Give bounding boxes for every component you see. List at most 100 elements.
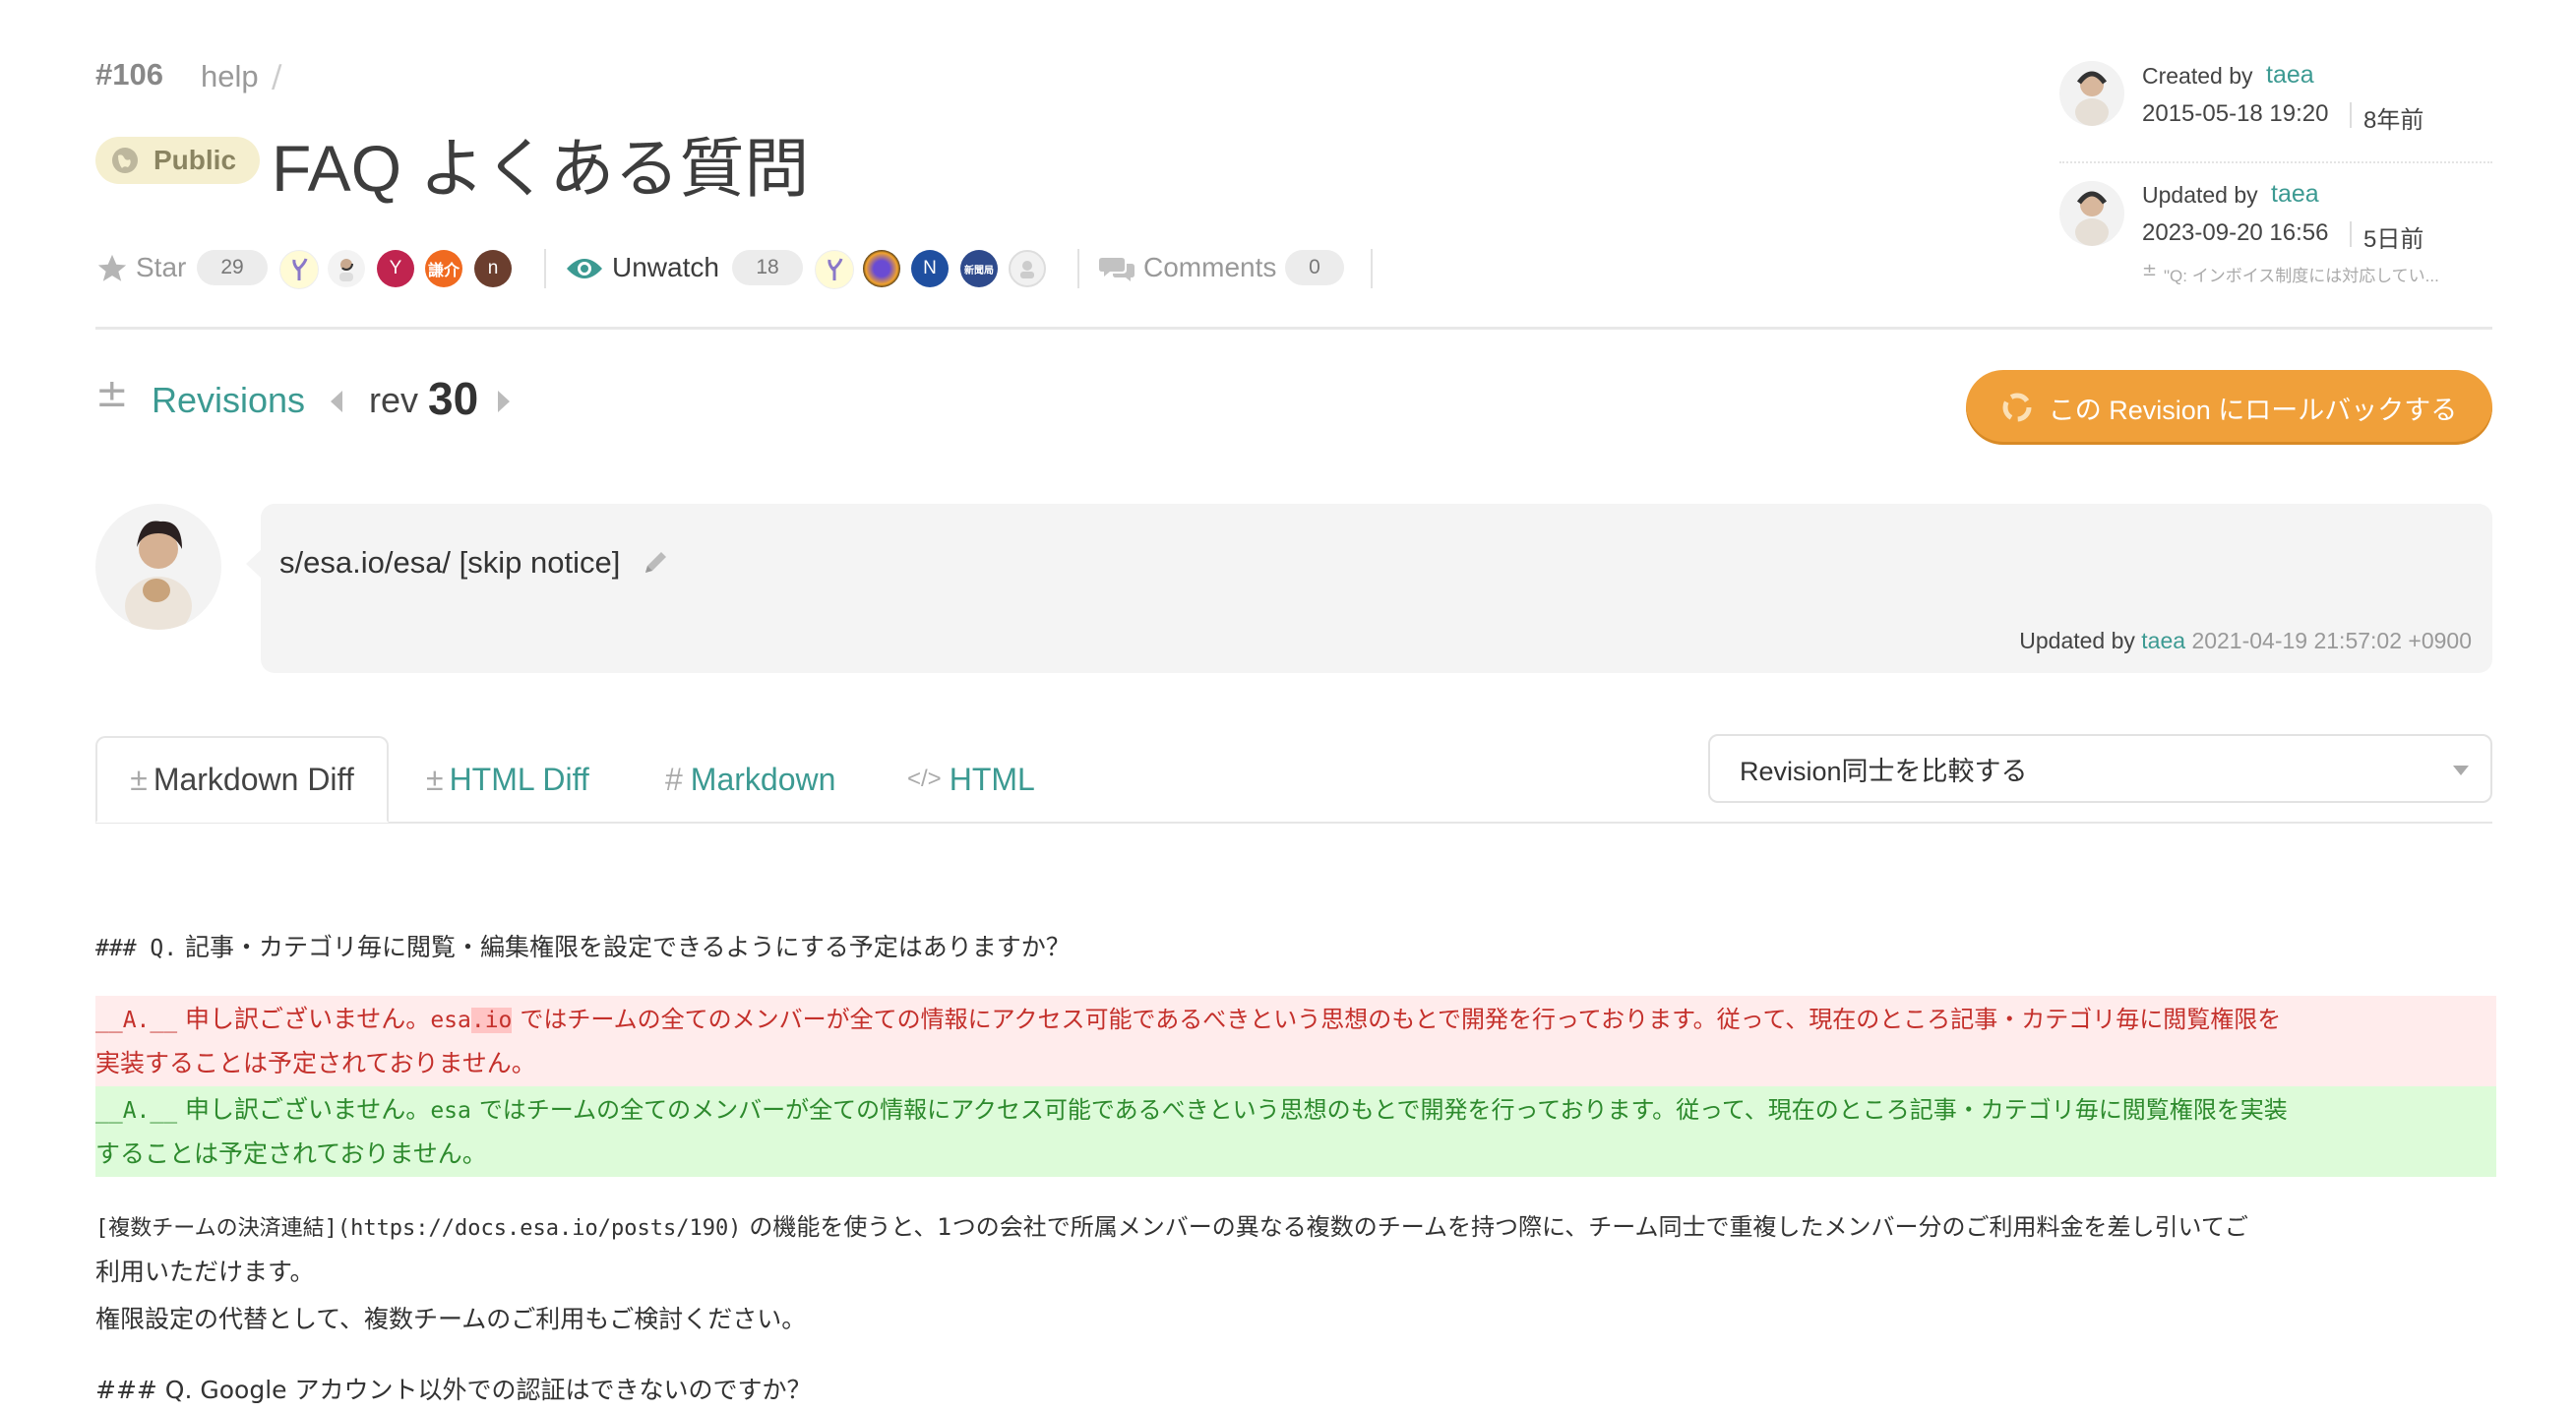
page-title: FAQ よくある質問 — [272, 132, 810, 205]
tab-label: HTML — [949, 761, 1035, 797]
recycle-icon — [2002, 393, 2032, 422]
created-by-label: Created by — [2142, 63, 2253, 89]
default-avatar-icon — [1020, 261, 1034, 278]
tab-label: Markdown — [690, 761, 836, 797]
removed-text-b: ではチームの全てのメンバーが全ての情報にアクセス可能であるべきという思想のもとで… — [520, 1006, 2282, 1033]
prev-revision-icon[interactable] — [331, 391, 342, 412]
added-prefix: __A.__ — [95, 1098, 178, 1124]
unwatch-button[interactable]: Unwatch — [612, 252, 719, 283]
divider — [2350, 221, 2352, 247]
eye-icon[interactable] — [565, 255, 604, 282]
removed-line-1: __A.__ 申し訳ございません。esa.io ではチームの全てのメンバーが全て… — [95, 997, 2496, 1043]
avatar[interactable] — [328, 250, 365, 287]
avatar-person-icon — [339, 257, 353, 281]
comments-button[interactable]: Comments — [1143, 252, 1276, 283]
updated-date: 2023-09-20 16:56 — [2142, 219, 2329, 246]
diff-icon: ± — [130, 761, 148, 797]
avatar[interactable]: Y — [377, 250, 414, 287]
tab-label: HTML Diff — [449, 761, 589, 797]
removed-code: esa — [430, 1008, 471, 1033]
removed-line-2: 実装することは予定されておりません。 — [95, 1049, 536, 1077]
avatar[interactable] — [1009, 250, 1046, 287]
rev-number: 30 — [428, 373, 479, 424]
avatar[interactable]: 新聞局 — [960, 250, 998, 287]
avatar[interactable]: N — [911, 250, 949, 287]
star-count: 29 — [197, 250, 268, 285]
paragraph-line-3: 権限設定の代替として、複数チームのご利用もご検討ください。 — [95, 1305, 807, 1333]
updated-by-user[interactable]: taea — [2271, 180, 2319, 209]
updater-avatar[interactable] — [2059, 181, 2124, 246]
avatar-plant-icon — [828, 258, 843, 280]
avatar[interactable]: 謙介 — [425, 250, 462, 287]
avatar[interactable] — [279, 250, 319, 289]
diff-icon: ± — [2142, 260, 2158, 280]
chevron-down-icon — [2453, 766, 2469, 775]
comments-icon[interactable] — [1098, 254, 1135, 283]
paragraph-line-1: [複数チームの決済連結](https://docs.esa.io/posts/1… — [95, 1204, 2496, 1252]
star-icon[interactable] — [95, 252, 129, 285]
tab-markdown-diff[interactable]: ± Markdown Diff — [95, 736, 389, 823]
divider — [2350, 102, 2352, 128]
avatar-person-icon — [2075, 191, 2109, 246]
removed-prefix: __A.__ — [95, 1008, 178, 1033]
added-line-2: することは予定されておりません。 — [95, 1139, 487, 1168]
diff-heading-2: ### Q. Google アカウント以外での認証はできないのですか？ — [95, 1376, 812, 1404]
tab-label: Markdown Diff — [153, 761, 354, 797]
rev-prefix: rev — [369, 380, 419, 420]
revision-updated-time: 2021-04-19 21:57:02 +0900 — [2191, 628, 2472, 653]
divider — [1371, 249, 1373, 288]
divider — [1077, 249, 1079, 288]
avatar[interactable]: n — [474, 250, 512, 287]
pencil-icon[interactable] — [640, 547, 671, 579]
paragraph-link: [複数チームの決済連結](https://docs.esa.io/posts/1… — [95, 1216, 742, 1241]
meta-divider — [2059, 161, 2492, 163]
created-date: 2015-05-18 19:20 — [2142, 100, 2329, 127]
created-ago: 8年前 — [2363, 107, 2424, 134]
post-number: #106 — [95, 57, 163, 92]
avatar[interactable] — [863, 250, 900, 287]
compare-select-value: Revision同士を比較する — [1740, 756, 2028, 786]
tab-markdown[interactable]: # Markdown — [665, 736, 835, 823]
comments-count: 0 — [1285, 250, 1344, 285]
added-text-a: 申し訳ございません。 — [185, 1095, 431, 1124]
globe-icon — [112, 148, 138, 173]
revision-updated-meta: Updated by taea 2021-04-19 21:57:02 +090… — [1673, 628, 2472, 654]
creator-avatar[interactable] — [2059, 61, 2124, 126]
code-icon: </> — [907, 766, 942, 792]
revision-updated-label: Updated by — [2019, 628, 2135, 653]
revision-message: s/esa.io/esa/ [skip notice] — [279, 545, 621, 580]
compare-revisions-select[interactable]: Revision同士を比較する — [1708, 734, 2492, 803]
visibility-label: Public — [153, 145, 237, 175]
avatar[interactable] — [815, 250, 854, 289]
revision-author-avatar[interactable] — [95, 504, 221, 630]
rollback-button[interactable]: この Revision にロールバックする — [1966, 370, 2492, 445]
bubble-tail — [246, 549, 262, 579]
revisions-diff-icon: ± — [95, 371, 129, 416]
removed-text-a: 申し訳ございません。 — [185, 1005, 431, 1033]
revisions-link[interactable]: Revisions — [152, 380, 305, 421]
added-code: esa — [430, 1098, 471, 1124]
updated-by-label: Updated by — [2142, 182, 2258, 208]
breadcrumb-category[interactable]: help — [201, 59, 259, 94]
added-text-b: ではチームの全てのメンバーが全ての情報にアクセス可能であるべきという思想のもとで… — [478, 1096, 2288, 1124]
breadcrumb-separator: / — [272, 59, 282, 94]
paragraph-text: の機能を使うと、1つの会社で所属メンバーの異なる複数のチームを持つ際に、チーム同… — [749, 1213, 2248, 1241]
diff-icon: ± — [426, 761, 444, 797]
update-message[interactable]: "Q: インボイス制度には対応してい... — [2164, 262, 2439, 286]
hash-icon: # — [665, 761, 683, 797]
paragraph-line-2: 利用いただけます。 — [95, 1258, 315, 1286]
watch-count: 18 — [732, 250, 803, 285]
next-revision-icon[interactable] — [498, 391, 510, 412]
created-by-user[interactable]: taea — [2266, 61, 2314, 90]
removed-highlight: .io — [470, 1008, 513, 1033]
tab-html[interactable]: </> HTML — [907, 736, 1035, 823]
updated-ago: 5日前 — [2363, 226, 2424, 253]
added-line-1: __A.__ 申し訳ございません。esa ではチームの全てのメンバーが全ての情報… — [95, 1087, 2496, 1134]
heading-text: 記事・カテゴリ毎に閲覧・編集権限を設定できるようにする予定はありますか？ — [185, 933, 1071, 961]
visibility-badge: Public — [95, 137, 260, 184]
tab-html-diff[interactable]: ± HTML Diff — [426, 736, 589, 823]
avatar-person-icon — [2075, 71, 2109, 126]
revision-updated-user[interactable]: taea — [2141, 628, 2185, 653]
header-divider — [95, 327, 2492, 330]
star-button[interactable]: Star — [136, 252, 186, 283]
